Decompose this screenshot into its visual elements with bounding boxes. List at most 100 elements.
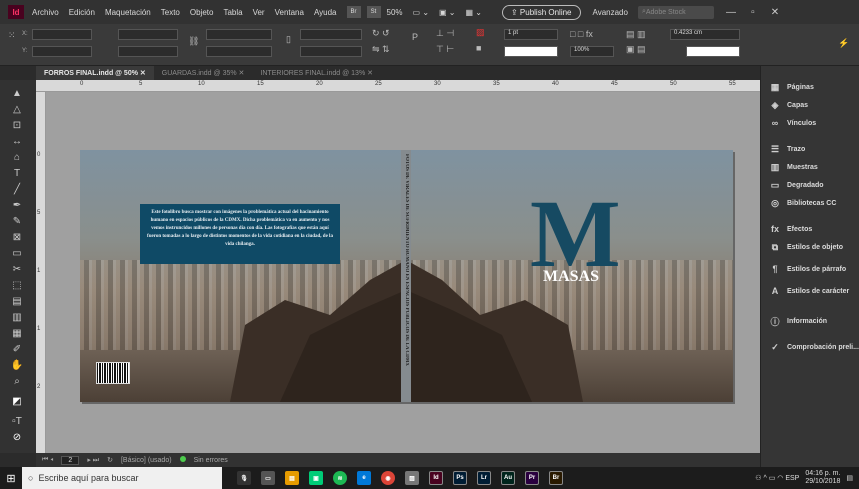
fill-stroke-icon[interactable]: ◩ — [10, 394, 24, 408]
panel-layers[interactable]: ◈ Capas — [769, 98, 859, 112]
next-page-icon[interactable]: ▸ ⏭ — [87, 456, 99, 465]
preflight-profile[interactable]: [Básico] (usado) — [121, 457, 172, 464]
cover-initial[interactable]: M — [530, 186, 621, 282]
page-tool-icon[interactable]: ⊡ — [10, 118, 24, 132]
green-app-icon[interactable]: ▣ — [309, 471, 323, 485]
transform-tool-icon[interactable]: ⬚ — [10, 278, 24, 292]
microphone-icon[interactable]: 🎙 — [237, 471, 251, 485]
formatting-icon[interactable]: ▫T — [10, 414, 24, 428]
stock-search-input[interactable]: ⌕ Adobe Stock — [637, 5, 714, 19]
selection-tool-icon[interactable]: ▲ — [10, 86, 24, 100]
panel-preflight[interactable]: ✓ Comprobación preli... — [769, 340, 859, 354]
scale-y-field[interactable] — [206, 46, 272, 57]
chrome-icon[interactable]: ◉ — [381, 471, 395, 485]
hand-tool-icon[interactable]: ✋ — [10, 358, 24, 372]
y-position-field[interactable] — [32, 46, 92, 57]
cover-title[interactable]: MASAS — [526, 268, 616, 286]
close-tab-icon[interactable]: ✕ — [239, 70, 245, 77]
audition-taskbar-icon[interactable]: Au — [501, 471, 515, 485]
task-view-icon[interactable]: ▭ — [261, 471, 275, 485]
first-page-icon[interactable]: ⏮ ◂ — [42, 456, 53, 464]
distribute-icon[interactable]: ⊤ ⊢ — [436, 44, 454, 55]
publish-online-button[interactable]: ⇪ Publish Online — [501, 4, 581, 20]
wifi-icon[interactable]: ◠ — [777, 474, 785, 482]
spotify-icon[interactable]: ≋ — [333, 471, 347, 485]
frame-tool-icon[interactable]: ⊠ — [10, 230, 24, 244]
rectangle-tool-icon[interactable]: ▭ — [10, 246, 24, 260]
taskbar-search-input[interactable]: ○ Escribe aquí para buscar — [22, 467, 222, 489]
view-options-icon[interactable]: ▭ ⌄ — [413, 8, 429, 17]
quick-apply-icon[interactable]: ⚡ — [838, 38, 849, 49]
menu-edicion[interactable]: Edición — [69, 8, 95, 17]
barcode[interactable] — [96, 362, 130, 384]
menu-objeto[interactable]: Objeto — [190, 8, 214, 17]
pen-tool-icon[interactable]: ✒ — [10, 198, 24, 212]
photoshop-taskbar-icon[interactable]: Ps — [453, 471, 467, 485]
panel-stroke[interactable]: ☰ Trazo — [769, 142, 859, 156]
maximize-button[interactable]: ▫ — [742, 7, 764, 18]
reference-point-icon[interactable]: ⁙ — [8, 30, 16, 41]
tab-forros-final[interactable]: FORROS FINAL.indd @ 50% ✕ — [36, 66, 154, 80]
align-icon[interactable]: ⊥ ⊣ — [436, 28, 454, 39]
menu-archivo[interactable]: Archivo — [32, 8, 59, 17]
note-tool-icon[interactable]: ▦ — [10, 326, 24, 340]
zoom-level[interactable]: 50% — [387, 8, 403, 17]
close-button[interactable]: ✕ — [764, 7, 786, 18]
fx-icon[interactable]: □ □ fx — [570, 29, 593, 39]
tab-guardas[interactable]: GUARDAS.indd @ 35% ✕ — [154, 69, 253, 77]
type-tool-icon[interactable]: T — [10, 166, 24, 180]
cover-spread[interactable]: FOTOS DE VIRALES DE SUFRIMIENTO HUMANO E… — [80, 150, 733, 402]
user-icon[interactable]: ⚇ — [755, 474, 763, 482]
eyedropper-tool-icon[interactable]: ✐ — [10, 342, 24, 356]
swatch-select[interactable] — [686, 46, 740, 57]
pencil-tool-icon[interactable]: ✎ — [10, 214, 24, 228]
opacity-field[interactable]: 100% — [570, 46, 614, 57]
panel-pages[interactable]: ▦ Páginas — [769, 80, 859, 94]
stroke-type-select[interactable] — [504, 46, 558, 57]
width-field[interactable] — [118, 29, 178, 40]
menu-ver[interactable]: Ver — [253, 8, 265, 17]
panel-gradient[interactable]: ▭ Degradado — [769, 178, 859, 192]
gradient-feather-tool-icon[interactable]: ▥ — [10, 310, 24, 324]
apply-none-icon[interactable]: ⊘ — [10, 430, 24, 444]
lightroom-taskbar-icon[interactable]: Lr — [477, 471, 491, 485]
panel-info[interactable]: ⓘ Información — [769, 314, 859, 328]
gradient-tool-icon[interactable]: ▤ — [10, 294, 24, 308]
notifications-icon[interactable]: ▤ — [846, 474, 853, 482]
panel-character-styles[interactable]: A Estilos de carácter — [769, 284, 859, 298]
panel-cc-libraries[interactable]: ◎ Bibliotecas CC — [769, 196, 859, 210]
panel-object-styles[interactable]: ⧉ Estilos de objeto — [769, 240, 859, 254]
gap-tool-icon[interactable]: ↔ — [10, 134, 24, 148]
shear-field[interactable] — [300, 46, 362, 57]
battery-icon[interactable]: ▭ — [769, 474, 778, 482]
zoom-tool-icon[interactable]: ⌕ — [10, 374, 24, 388]
back-cover-text-frame[interactable]: Este fotolibro busca mostrar con imágene… — [140, 204, 340, 264]
flip-icon[interactable]: ⇋ ⇅ — [372, 44, 390, 55]
premiere-taskbar-icon[interactable]: Pr — [525, 471, 539, 485]
panel-effects[interactable]: fx Efectos — [769, 222, 859, 236]
close-tab-icon[interactable]: ✕ — [140, 69, 146, 77]
windows-start-icon[interactable]: ⊞ — [0, 467, 22, 489]
file-explorer-icon[interactable]: ▤ — [285, 471, 299, 485]
rotation-field[interactable] — [300, 29, 362, 40]
rotate-icon[interactable]: ↻ ↺ — [372, 28, 390, 39]
menu-tabla[interactable]: Tabla — [223, 8, 242, 17]
menu-ventana[interactable]: Ventana — [275, 8, 304, 17]
constrain-proportions-icon[interactable]: ⛓ — [188, 36, 199, 47]
bridge-button[interactable]: Br — [346, 6, 361, 18]
fill-swatch-icon[interactable]: ▨ — [476, 27, 485, 38]
stock-button[interactable]: St — [366, 6, 381, 18]
content-collector-icon[interactable]: ⌂ — [10, 150, 24, 164]
height-field[interactable] — [118, 46, 178, 57]
bridge-taskbar-icon[interactable]: Br — [549, 471, 563, 485]
panel-paragraph-styles[interactable]: ¶ Estilos de párrafo — [769, 262, 859, 276]
selection-container-icon[interactable]: P — [412, 32, 418, 42]
stroke-weight-field[interactable]: 1 pt — [504, 29, 558, 40]
x-position-field[interactable] — [32, 29, 92, 40]
close-tab-icon[interactable]: ✕ — [367, 70, 373, 77]
language-indicator[interactable]: ESP — [785, 475, 799, 482]
horizontal-ruler[interactable]: 0 5 10 15 20 25 30 35 40 45 50 55 — [36, 80, 760, 92]
gap-field[interactable]: 0.4233 cm — [670, 29, 740, 40]
scale-x-field[interactable] — [206, 29, 272, 40]
page-number-field[interactable]: 2 — [61, 455, 80, 465]
